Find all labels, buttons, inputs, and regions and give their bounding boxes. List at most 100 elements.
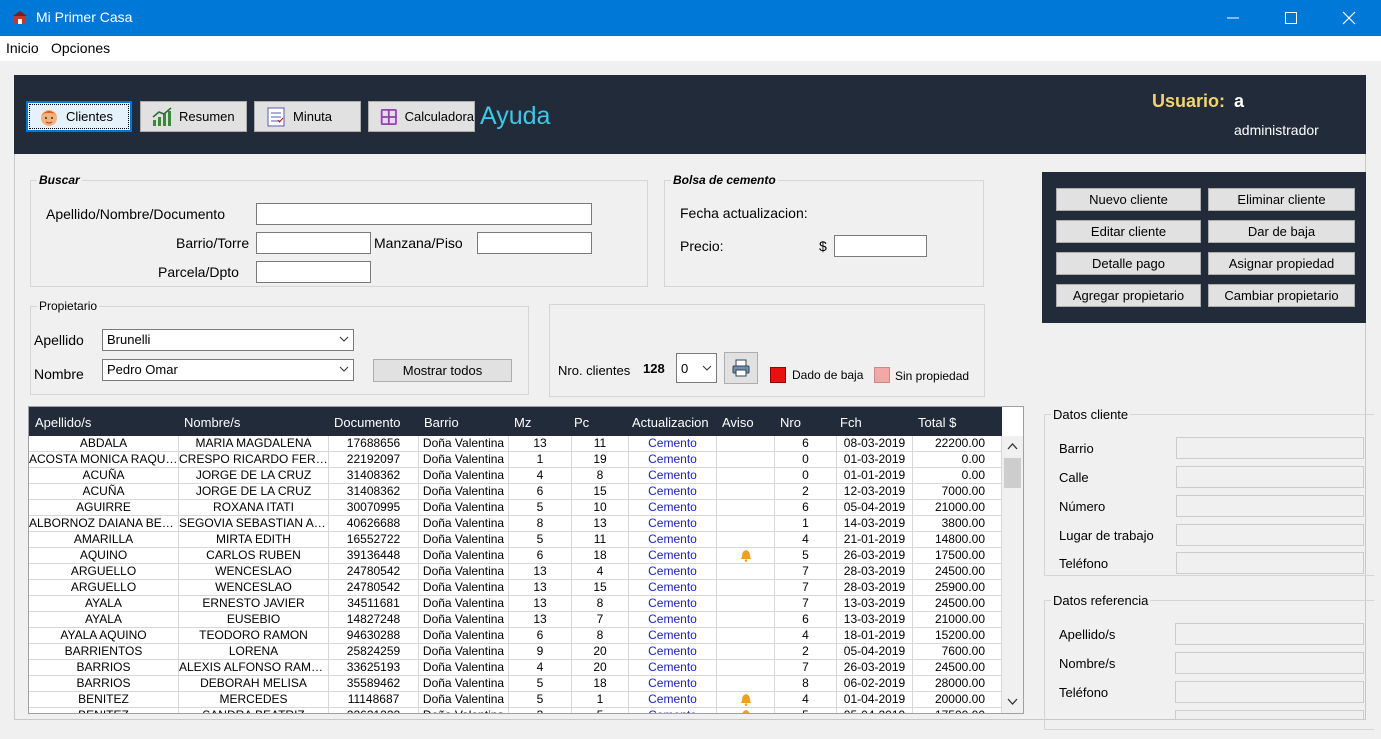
table-cell[interactable]: Cemento <box>629 708 717 713</box>
bell-icon <box>742 710 749 713</box>
column-header[interactable]: Apellido/s <box>35 415 91 430</box>
vertical-scrollbar[interactable] <box>1002 436 1023 713</box>
table-cell[interactable]: Cemento <box>629 468 717 484</box>
table-cell: 21-01-2019 <box>837 532 913 548</box>
table-cell[interactable]: Cemento <box>629 596 717 612</box>
table-cell: AQUINO <box>29 548 179 564</box>
column-header[interactable]: Documento <box>334 415 400 430</box>
cambiar-propietario-button[interactable]: Cambiar propietario <box>1208 284 1355 307</box>
table-row[interactable]: AGUIRRE ROXANA ITATI 30070995 Doña Valentin… <box>29 500 1002 516</box>
column-header[interactable]: Total $ <box>918 415 956 430</box>
column-header[interactable]: Fch <box>840 415 862 430</box>
minimize-button[interactable] <box>1204 0 1262 36</box>
table-row[interactable]: ABDALA MARIA MAGDALENA 17688656 Doña Valent… <box>29 436 1002 452</box>
prop-nombre-select[interactable]: Pedro Omar <box>102 359 354 381</box>
close-button[interactable] <box>1320 0 1378 36</box>
chevron-up-icon[interactable] <box>1007 442 1018 450</box>
table-row[interactable]: ALBORNOZ DAIANA BELEN SEGOVIA SEBASTIAN A… <box>29 516 1002 532</box>
table-row[interactable]: ARGUELLO WENCESLAO 24780542 Doña Valentina 1… <box>29 564 1002 580</box>
table-cell[interactable]: Cemento <box>629 436 717 452</box>
table-row[interactable]: ACOSTA MONICA RAQUELCRESPO RICARDO FERNA… <box>29 452 1002 468</box>
table-cell[interactable]: Cemento <box>629 628 717 644</box>
column-header[interactable]: Aviso <box>722 415 754 430</box>
table-row[interactable]: ACUÑA JORGE DE LA CRUZ 31408362 Doña Valent… <box>29 468 1002 484</box>
column-header[interactable]: Nombre/s <box>184 415 240 430</box>
asignar-propiedad-button[interactable]: Asignar propiedad <box>1208 252 1355 275</box>
table-cell[interactable]: Cemento <box>629 644 717 660</box>
column-header[interactable]: Nro <box>780 415 801 430</box>
page-select[interactable]: 0 <box>676 353 717 383</box>
manzana-input[interactable] <box>477 232 592 254</box>
table-row[interactable]: AQUINO CARLOS RUBEN 39136448 Doña Valentina… <box>29 548 1002 564</box>
table-cell[interactable]: Cemento <box>629 612 717 628</box>
scrollbar-thumb[interactable] <box>1004 458 1021 488</box>
table-cell[interactable]: Cemento <box>629 692 717 708</box>
table-cell: 6 <box>509 628 572 644</box>
table-row[interactable]: BARRIOS DEBORAH MELISA 35589462 Doña Valent… <box>29 676 1002 692</box>
clientes-table[interactable]: Apellido/s Nombre/s Documento Barrio Mz Pc Act… <box>28 406 1024 714</box>
mostrar-todos-button[interactable]: Mostrar todos <box>373 359 512 382</box>
eliminar-cliente-button[interactable]: Eliminar cliente <box>1208 188 1355 211</box>
table-row[interactable]: BARRIENTOS LORENA 25824259 Doña Valentina 9 2… <box>29 644 1002 660</box>
table-cell: 14-03-2019 <box>837 516 913 532</box>
table-header: Apellido/s Nombre/s Documento Barrio Mz Pc Act… <box>29 407 1002 436</box>
resumen-button[interactable]: Resumen <box>140 101 247 132</box>
table-cell: BENITEZ <box>29 708 179 713</box>
menu-inicio[interactable]: Inicio <box>6 40 39 56</box>
table-cell[interactable]: Cemento <box>629 532 717 548</box>
table-cell[interactable]: Cemento <box>629 500 717 516</box>
table-cell: 15200.00 <box>913 628 1002 644</box>
column-header[interactable]: Barrio <box>424 415 459 430</box>
calculator-icon <box>380 108 397 125</box>
table-row[interactable]: BARRIOS ALEXIS ALFONSO RAMON 33625193 Doña … <box>29 660 1002 676</box>
table-cell: 13 <box>509 564 572 580</box>
table-cell[interactable]: Cemento <box>629 452 717 468</box>
nro-clientes-value: 128 <box>643 361 665 376</box>
table-row[interactable]: AYALA AQUINO TEODORO RAMON 94630288 Doña Va… <box>29 628 1002 644</box>
table-row[interactable]: AYALA EUSEBIO 14827248 Doña Valentina 13 7 Cem… <box>29 612 1002 628</box>
minuta-button[interactable]: Minuta <box>254 101 361 132</box>
table-cell[interactable]: Cemento <box>629 580 717 596</box>
table-cell: 7 <box>775 596 837 612</box>
table-cell: 18-01-2019 <box>837 628 913 644</box>
menu-opciones[interactable]: Opciones <box>51 40 110 56</box>
aviso-cell <box>717 468 775 484</box>
column-header[interactable]: Pc <box>574 415 589 430</box>
maximize-button[interactable] <box>1262 0 1320 36</box>
table-cell[interactable]: Cemento <box>629 548 717 564</box>
detalle-pago-button[interactable]: Detalle pago <box>1056 252 1201 275</box>
table-cell[interactable]: Cemento <box>629 484 717 500</box>
table-cell: 0 <box>775 452 837 468</box>
ayuda-link[interactable]: Ayuda <box>480 102 550 131</box>
precio-input[interactable] <box>834 235 927 257</box>
table-cell[interactable]: Cemento <box>629 676 717 692</box>
table-row[interactable]: AYALA ERNESTO JAVIER 34511681 Doña Valentin… <box>29 596 1002 612</box>
agregar-propietario-button[interactable]: Agregar propietario <box>1056 284 1201 307</box>
table-cell[interactable]: Cemento <box>629 516 717 532</box>
table-row[interactable]: AMARILLA MIRTA EDITH 16552722 Doña Valentin… <box>29 532 1002 548</box>
table-cell: 39136448 <box>329 548 419 564</box>
table-row[interactable]: ACUÑA JORGE DE LA CRUZ 31408362 Doña Valent… <box>29 484 1002 500</box>
table-row[interactable]: BENITEZSANDRA BEATRIZ22631222Doña Valent… <box>29 708 1002 713</box>
table-cell: 6 <box>775 436 837 452</box>
apellido-search-input[interactable] <box>256 203 592 225</box>
table-cell: 14800.00 <box>913 532 1002 548</box>
table-row[interactable]: ARGUELLO WENCESLAO 24780542 Doña Valentina 1… <box>29 580 1002 596</box>
chevron-down-icon[interactable] <box>1007 698 1018 706</box>
barrio-input[interactable] <box>256 232 371 254</box>
table-cell[interactable]: Cemento <box>629 564 717 580</box>
nuevo-cliente-button[interactable]: Nuevo cliente <box>1056 188 1201 211</box>
column-header[interactable]: Mz <box>514 415 531 430</box>
parcela-input[interactable] <box>256 261 371 283</box>
table-cell[interactable]: Cemento <box>629 660 717 676</box>
clientes-button[interactable]: Clientes <box>26 101 132 132</box>
editar-cliente-button[interactable]: Editar cliente <box>1056 220 1201 243</box>
chart-icon <box>152 106 172 126</box>
dar-de-baja-button[interactable]: Dar de baja <box>1208 220 1355 243</box>
prop-apellido-select[interactable]: Brunelli <box>102 329 354 351</box>
column-header[interactable]: Actualizacion <box>632 415 709 430</box>
calculadora-button[interactable]: Calculadora <box>368 101 475 132</box>
print-button[interactable] <box>724 352 758 384</box>
table-row[interactable]: BENITEZ MERCEDES 11148687 Doña Valentina 5 1 C… <box>29 692 1002 708</box>
table-cell: 20000.00 <box>913 692 1002 708</box>
